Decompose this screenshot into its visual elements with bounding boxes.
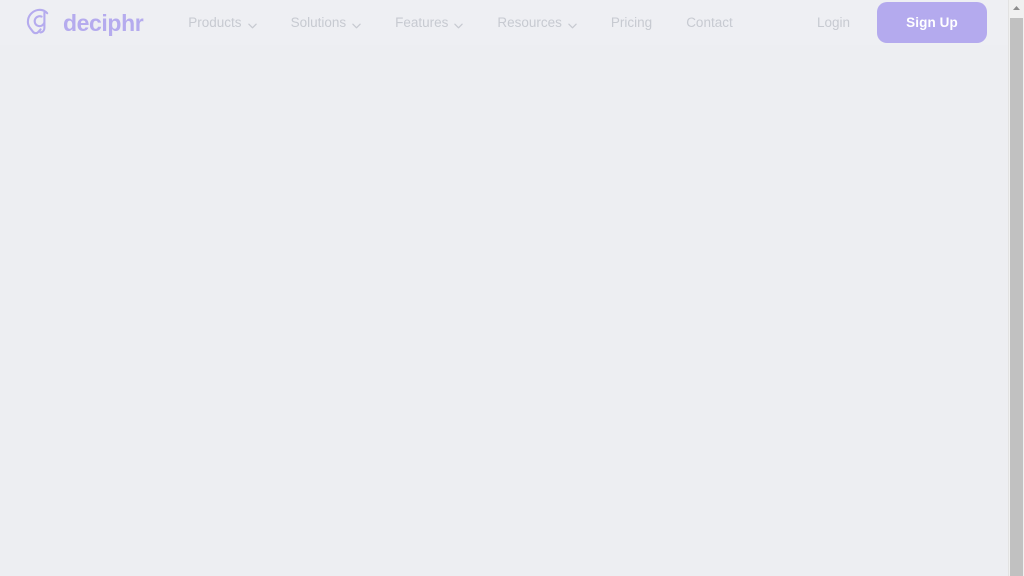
nav-item-solutions[interactable]: Solutions — [291, 9, 362, 36]
nav-item-features[interactable]: Features — [395, 9, 464, 36]
nav-label-pricing: Pricing — [610, 15, 653, 30]
vertical-scrollbar[interactable] — [1008, 0, 1024, 576]
nav-label-contact: Contact — [686, 15, 733, 30]
nav-item-products[interactable]: Products — [188, 9, 257, 36]
nav-item-contact[interactable]: Contact — [686, 9, 733, 36]
deciphr-logo-icon — [22, 6, 56, 40]
scrollbar-up-arrow-icon[interactable] — [1009, 0, 1024, 15]
signup-button[interactable]: Sign Up — [877, 2, 987, 43]
browser-viewport: deciphr Products Solutions Features Reso… — [0, 0, 1008, 576]
primary-navigation: Products Solutions Features Resources Pr… — [188, 9, 732, 36]
nav-label-products: Products — [188, 15, 242, 30]
nav-item-resources[interactable]: Resources — [497, 9, 577, 36]
nav-label-solutions: Solutions — [290, 15, 347, 30]
nav-item-pricing[interactable]: Pricing — [611, 9, 652, 36]
scrollbar-thumb[interactable] — [1010, 18, 1023, 576]
chevron-down-icon — [247, 21, 257, 28]
nav-label-features: Features — [395, 15, 449, 30]
chevron-down-icon — [568, 21, 577, 28]
nav-label-resources: Resources — [497, 15, 562, 30]
login-link[interactable]: Login — [817, 15, 850, 30]
header-actions: Login Sign Up — [817, 2, 1008, 43]
brand-name: deciphr — [63, 9, 144, 36]
chevron-down-icon — [352, 21, 361, 28]
chevron-down-icon — [454, 21, 464, 28]
site-header: deciphr Products Solutions Features Reso… — [0, 0, 1008, 45]
brand-logo-link[interactable]: deciphr — [22, 6, 144, 40]
main-content-area — [0, 45, 1008, 576]
